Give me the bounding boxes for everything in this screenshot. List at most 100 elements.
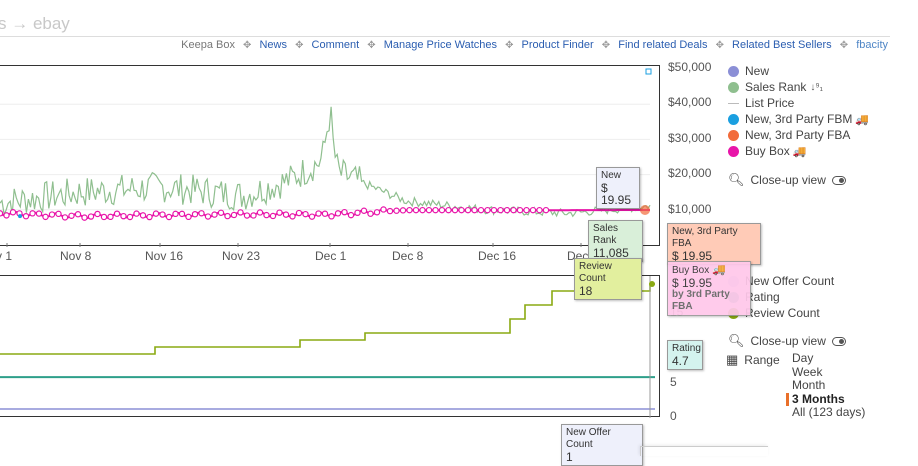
sales-rank-line	[0, 106, 651, 218]
separator-icon: ✥	[295, 40, 304, 51]
tooltip-value: 18	[579, 284, 593, 298]
review-chart[interactable]	[0, 275, 660, 418]
price-chart[interactable]	[0, 65, 660, 247]
buy-box-point	[438, 206, 446, 214]
tooltip-value: 1	[566, 450, 573, 464]
buy-box-point	[360, 207, 368, 214]
range-options: Day Week Month 3 Months All (123 days)	[786, 351, 865, 420]
buy-box-point	[107, 213, 114, 221]
x-tick-label: Dec 1	[315, 249, 347, 263]
legend-label: Sales Rank	[745, 80, 807, 94]
y-tick-label: $40,000	[668, 95, 712, 109]
buy-box-point	[477, 206, 485, 214]
buy-box-point	[61, 214, 69, 221]
buy-box-point	[29, 210, 36, 217]
y-tick-label: $50,000	[668, 60, 712, 74]
link-manage-price-watches[interactable]: Manage Price Watches	[384, 39, 497, 51]
resize-handle-icon	[645, 68, 652, 75]
x-tick-label: Nov 8	[60, 249, 92, 263]
legend-dot	[728, 81, 739, 93]
link-product-finder[interactable]: Product Finder	[522, 39, 594, 51]
link-comment[interactable]: Comment	[312, 39, 360, 51]
buy-box-point	[308, 213, 316, 220]
page-title: s → ebay	[0, 14, 70, 33]
buy-box-point	[172, 210, 179, 218]
nav-links: Keepa Box ✥ News ✥ Comment ✥ Manage Pric…	[181, 39, 888, 51]
legend-item-buy-box[interactable]: Buy Box 🚚	[728, 143, 869, 159]
separator-icon: ✥	[243, 40, 252, 51]
buy-box-point	[289, 213, 296, 220]
buy-box-point	[74, 211, 82, 218]
buy-box-point	[380, 206, 387, 213]
tooltip-fba: New, 3rd Party FBA $ 19.95	[667, 223, 761, 265]
legend-item-sales-rank[interactable]: Sales Rank ↓⁹₁	[728, 79, 869, 95]
closeup-toggle-bottom[interactable]: 🔍︎ Close-up view	[728, 333, 846, 349]
buy-box-point	[9, 209, 17, 216]
legend-line	[728, 102, 739, 104]
range-option-3-months[interactable]: 3 Months	[786, 392, 865, 406]
link-news[interactable]: News	[259, 39, 287, 51]
toggle-switch[interactable]	[831, 336, 846, 346]
buy-box-point	[263, 211, 270, 219]
sort-icon[interactable]: ↓⁹₁	[810, 82, 823, 93]
x-tick-label: Dec 8	[392, 249, 424, 263]
price-chart-canvas	[0, 68, 652, 247]
buy-box-point	[204, 213, 212, 220]
legend-item-fbm[interactable]: New, 3rd Party FBM 🚚	[728, 111, 869, 127]
buy-box-point	[373, 209, 381, 216]
buy-box-point	[386, 207, 394, 215]
buy-box-point	[256, 209, 264, 216]
buy-box-point	[523, 206, 530, 214]
range-option-day[interactable]: Day	[792, 351, 865, 366]
range-option-all[interactable]: All (123 days)	[792, 405, 865, 420]
link-find-related-deals[interactable]: Find related Deals	[618, 39, 707, 51]
buy-box-point	[328, 213, 335, 220]
buy-box-point	[48, 211, 56, 218]
buy-box-point	[178, 210, 186, 218]
buy-box-point	[399, 207, 407, 214]
separator-icon: ✥	[839, 40, 849, 51]
buy-box-point	[484, 206, 491, 214]
fbm-point	[18, 214, 22, 219]
truck-icon: 🚚	[712, 264, 726, 276]
tooltip-value: $ 19.95	[672, 276, 713, 290]
legend-label: List Price	[745, 96, 795, 110]
toggle-switch[interactable]	[831, 175, 846, 185]
buy-box-point	[243, 212, 251, 219]
link-keepa-box[interactable]: Keepa Box	[181, 39, 235, 51]
buy-box-point	[295, 209, 303, 217]
buy-box-point	[113, 210, 121, 217]
closeup-toggle-top[interactable]: 🔍︎ Close-up view	[728, 172, 846, 188]
truck-icon: 🚚	[792, 145, 807, 158]
buy-box-point	[198, 210, 205, 217]
current-value-marker	[640, 204, 650, 215]
buy-box-point	[458, 206, 465, 214]
y-tick-label: $30,000	[668, 131, 712, 145]
link-fbacity[interactable]: fbacity	[856, 39, 888, 51]
buy-box-point	[237, 209, 244, 216]
legend-item-list-price[interactable]: List Price	[728, 95, 869, 111]
y-tick-label: $20,000	[668, 166, 712, 180]
review-chart-canvas	[0, 276, 655, 418]
y-tick-label: 5	[670, 375, 677, 389]
review-count-line	[0, 283, 655, 355]
buy-box-point	[165, 213, 173, 221]
tooltip-sales-rank: Sales Rank 11,085	[588, 220, 643, 262]
buy-box-point	[276, 209, 283, 216]
legend-item-new[interactable]: New	[728, 63, 869, 79]
range-option-month[interactable]: Month	[792, 378, 865, 393]
range-option-week[interactable]: Week	[792, 365, 865, 380]
buy-box-point	[367, 210, 374, 217]
legend-label: New, 3rd Party FBM	[745, 112, 853, 126]
buy-box-point	[503, 206, 511, 214]
tooltip-rating: Rating 4.7	[667, 340, 703, 370]
separator-icon: ✥	[715, 40, 724, 51]
tooltip-title: Review Count	[579, 261, 612, 284]
legend-item-fba[interactable]: New, 3rd Party FBA	[728, 127, 869, 143]
link-related-best-sellers[interactable]: Related Best Sellers	[732, 39, 832, 51]
range-label: ▦ Range	[726, 352, 780, 368]
buy-box-point	[536, 206, 543, 214]
buy-box-point	[0, 210, 4, 217]
y-tick-label: $10,000	[668, 202, 712, 216]
buy-box-point	[497, 206, 504, 214]
